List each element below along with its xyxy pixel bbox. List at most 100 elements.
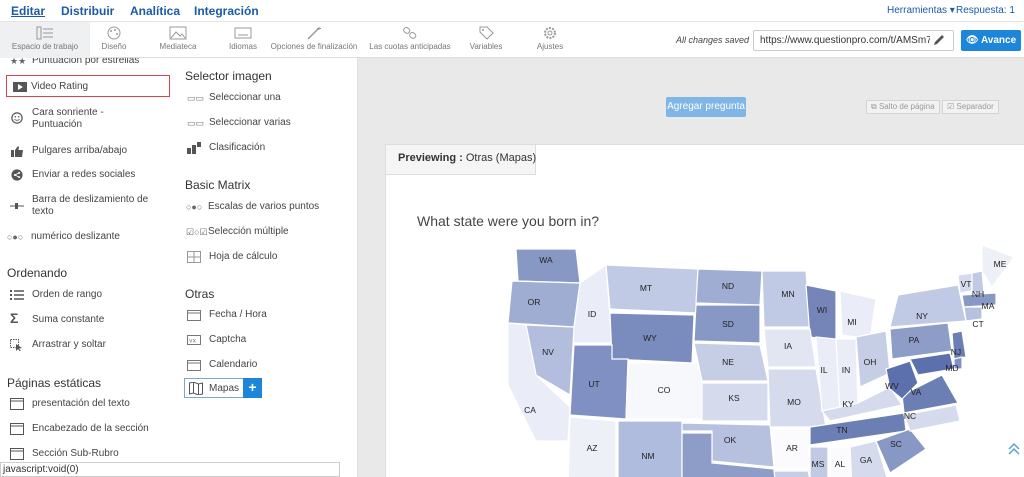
map-icon bbox=[189, 382, 203, 395]
tool-workspace[interactable]: Espacio de trabajo bbox=[0, 22, 90, 58]
slider-icon bbox=[10, 203, 24, 209]
image-icon bbox=[169, 26, 187, 40]
state-label-ar: AR bbox=[786, 443, 798, 453]
nav-tab-editar[interactable]: Editar bbox=[11, 4, 45, 18]
state-label-pa: PA bbox=[909, 335, 920, 345]
state-label-ok: OK bbox=[724, 435, 737, 445]
spreadsheet-icon bbox=[187, 251, 201, 263]
state-or[interactable] bbox=[507, 280, 581, 328]
state-label-va: VA bbox=[911, 387, 922, 397]
tool-languages[interactable]: Idiomas bbox=[218, 22, 268, 58]
state-label-tn: TN bbox=[836, 425, 847, 435]
dots-scale-icon: ○●○ bbox=[7, 232, 24, 242]
video-icon bbox=[13, 82, 27, 92]
state-label-me: ME bbox=[994, 259, 1007, 269]
page-icon bbox=[10, 423, 24, 435]
page-break-button[interactable]: ⧉ Salto de página bbox=[866, 100, 940, 114]
state-label-mo: MO bbox=[787, 397, 801, 407]
advance-button-label: Avance bbox=[980, 35, 1017, 46]
preview-label: Previewing : bbox=[398, 152, 463, 164]
tool-label: Ajustes bbox=[536, 42, 564, 51]
response-count[interactable]: Respuesta: 1 bbox=[956, 5, 1015, 16]
pencil-icon[interactable] bbox=[932, 34, 946, 47]
captcha-icon: vx bbox=[187, 335, 201, 345]
state-mn[interactable] bbox=[761, 270, 811, 328]
state-label-nd: ND bbox=[722, 281, 734, 291]
qtype-video-rating[interactable]: Video Rating bbox=[6, 75, 170, 97]
qtype-maps[interactable]: Mapas + bbox=[184, 378, 262, 398]
checkbox-icon: ☑ bbox=[947, 102, 957, 111]
state-label-az: AZ bbox=[587, 443, 598, 453]
page-icon bbox=[10, 448, 24, 460]
ranking-icon bbox=[187, 142, 201, 154]
smiley-icon bbox=[11, 112, 23, 124]
add-question-button[interactable]: Agregar pregunta bbox=[666, 97, 746, 117]
state-label-ky: KY bbox=[842, 399, 854, 409]
state-label-oh: OH bbox=[864, 357, 877, 367]
tool-design[interactable]: Diseño bbox=[90, 22, 138, 58]
state-label-in: IN bbox=[842, 365, 851, 375]
state-label-nm: NM bbox=[641, 451, 654, 461]
state-label-wi: WI bbox=[817, 305, 827, 315]
state-label-il: IL bbox=[820, 365, 827, 375]
state-label-co: CO bbox=[658, 385, 671, 395]
drag-icon bbox=[10, 339, 22, 351]
tools-menu[interactable]: Herramientas ▾ bbox=[887, 5, 955, 16]
state-label-ga: GA bbox=[860, 455, 873, 465]
section-ordenando: Ordenando bbox=[7, 266, 68, 280]
state-label-mt: MT bbox=[640, 283, 652, 293]
state-ny[interactable] bbox=[889, 284, 967, 328]
nav-tab-analitica[interactable]: Analítica bbox=[130, 4, 180, 18]
state-label-wv: WV bbox=[885, 381, 899, 391]
state-label-mn: MN bbox=[781, 289, 794, 299]
state-label-ks: KS bbox=[728, 393, 740, 403]
tool-label: Opciones de finalización bbox=[270, 42, 358, 51]
qtype-maps-label: Mapas bbox=[209, 383, 240, 394]
section-paginas-estaticas: Páginas estáticas bbox=[7, 376, 102, 390]
survey-url-field[interactable]: https://www.questionpro.com/t/AMSm7 bbox=[753, 30, 954, 51]
tool-finish-options[interactable]: Opciones de finalización bbox=[262, 22, 366, 58]
tool-label: Diseño bbox=[101, 42, 127, 51]
scroll-top-icon[interactable] bbox=[1006, 441, 1022, 457]
add-maps-button[interactable]: + bbox=[243, 378, 262, 398]
state-nm[interactable] bbox=[617, 420, 683, 477]
state-label-md: MD bbox=[945, 363, 958, 373]
state-label-nj: NJ bbox=[951, 347, 961, 357]
state-label-ia: IA bbox=[784, 341, 792, 351]
tool-media[interactable]: Mediateca bbox=[148, 22, 208, 58]
state-label-vt: VT bbox=[961, 279, 972, 289]
state-label-sc: SC bbox=[890, 439, 902, 449]
link-icon bbox=[403, 26, 417, 39]
dots-scale-icon: ○●○ bbox=[186, 202, 203, 212]
state-label-wy: WY bbox=[643, 333, 657, 343]
state-label-al: AL bbox=[835, 459, 846, 469]
tool-settings[interactable]: Ajustes bbox=[530, 22, 570, 58]
workspace-icon bbox=[36, 26, 53, 40]
state-mi[interactable] bbox=[839, 290, 877, 340]
tool-variables[interactable]: Variables bbox=[464, 22, 508, 58]
advance-button[interactable]: 👁 Avance bbox=[961, 30, 1021, 51]
state-label-ny: NY bbox=[916, 311, 928, 321]
eye-icon: 👁 bbox=[965, 35, 981, 46]
state-label-ca: CA bbox=[524, 405, 536, 415]
state-label-id: ID bbox=[588, 309, 597, 319]
survey-canvas: Agregar pregunta ⧉ Salto de página ☑ Sep… bbox=[358, 58, 1024, 477]
tool-label: Espacio de trabajo bbox=[11, 42, 79, 51]
checkbox-scale-icon: ☑○☑ bbox=[186, 227, 208, 237]
nav-tab-integracion[interactable]: Integración bbox=[194, 4, 259, 18]
tool-quotas[interactable]: Las cuotas anticipadas bbox=[368, 22, 452, 58]
tool-label: Idiomas bbox=[228, 42, 257, 51]
thumbs-up-icon bbox=[11, 146, 23, 157]
section-basic-matrix: Basic Matrix bbox=[185, 178, 251, 192]
us-map[interactable]: WA OR ID MT ND SD WY NV UT CO CA AZ NM NE KS MN WI IA MO OK… bbox=[506, 235, 1024, 477]
nav-tab-distribuir[interactable]: Distribuir bbox=[61, 4, 114, 18]
section-selector-imagen: Selector imagen bbox=[185, 69, 272, 83]
separator-button[interactable]: ☑ Separador bbox=[942, 100, 999, 114]
survey-url-text: https://www.questionpro.com/t/AMSm7 bbox=[760, 35, 930, 46]
preview-tab: Previewing : Otras (Mapas) bbox=[386, 145, 536, 175]
state-label-nc: NC bbox=[904, 411, 916, 421]
star-icon: ★★ bbox=[10, 58, 27, 66]
calendar-icon bbox=[187, 310, 201, 321]
question-text: What state were you born in? bbox=[417, 213, 600, 229]
state-label-ms: MS bbox=[812, 459, 825, 469]
